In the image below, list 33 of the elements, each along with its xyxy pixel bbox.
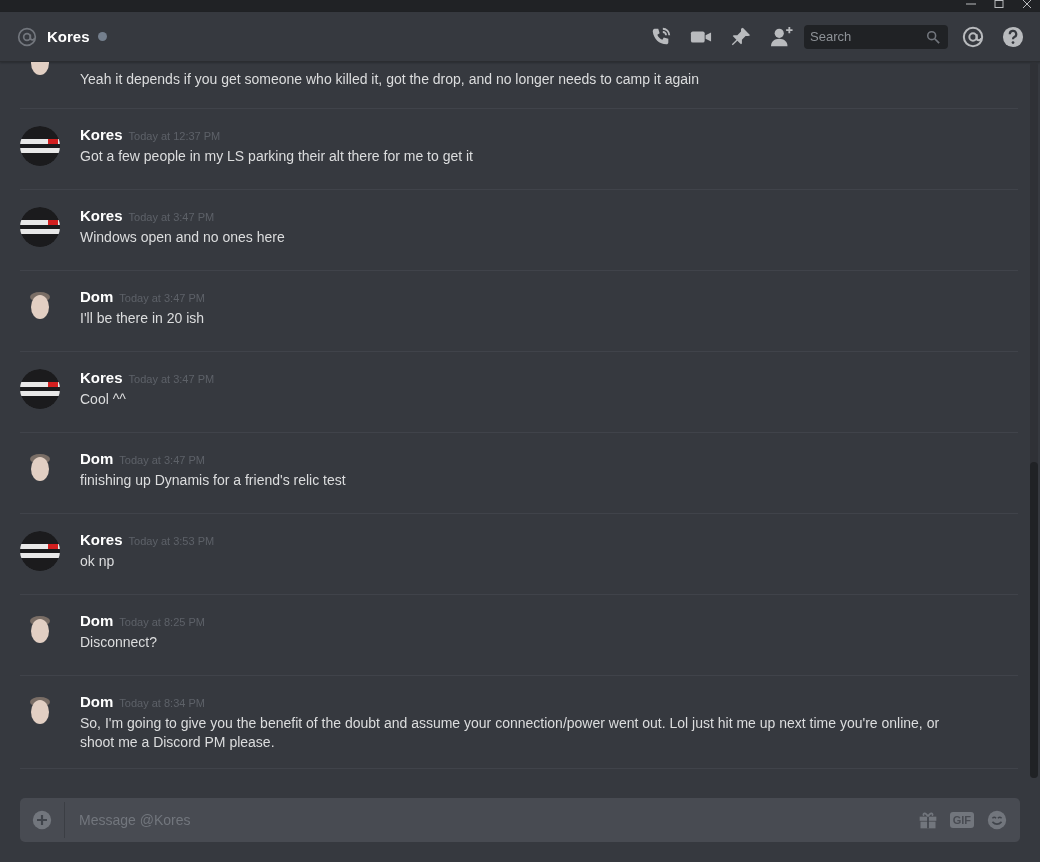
pin-icon[interactable] [730, 25, 752, 48]
search-field[interactable]: Search [804, 24, 948, 49]
author-name[interactable]: Dom [80, 693, 114, 710]
avatar[interactable] [20, 531, 60, 571]
mentions-icon[interactable] [962, 25, 984, 48]
help-icon[interactable] [1002, 25, 1024, 48]
author-name[interactable]: Kores [80, 531, 123, 548]
author-name[interactable]: Kores [80, 207, 123, 224]
avatar[interactable] [20, 369, 60, 409]
message-text: Windows open and no ones here [80, 228, 285, 247]
message-text: ok np [80, 552, 116, 571]
search-icon [926, 29, 940, 44]
at-sign-icon [17, 26, 37, 47]
author-name[interactable]: Kores [80, 369, 123, 386]
avatar[interactable] [20, 207, 60, 247]
author-name[interactable]: Dom [80, 288, 114, 305]
channel-title: Kores [47, 28, 90, 45]
message-text: I'll be there in 20 ish [80, 309, 205, 328]
message-text: So, I'm going to give you the benefit of the doubt and assume your connection/power went out. Lol just hit me up next time you're online, or shoot me a Discord PM please. [80, 714, 941, 752]
avatar[interactable] [20, 126, 60, 166]
minimize-icon[interactable] [966, 0, 976, 8]
close-icon[interactable] [1022, 0, 1032, 8]
author-name[interactable]: Dom [80, 450, 114, 467]
maximize-icon[interactable] [994, 0, 1004, 8]
message-text: Got a few people in my LS parking their alt there for me to get it [80, 147, 473, 166]
add-user-icon[interactable] [770, 25, 794, 48]
message-text: Cool ^^ [80, 390, 127, 409]
scrollbar[interactable] [1030, 62, 1038, 778]
author-name[interactable]: Kores [80, 126, 123, 143]
author-name[interactable]: Dom [80, 612, 114, 629]
message-text: Disconnect? [80, 633, 159, 652]
message-text: finishing up Dynamis for a friend's relic test [80, 471, 346, 490]
message-text: Yeah it depends if you get someone who killed it, got the drop, and no longer needs to camp it again [80, 70, 699, 89]
